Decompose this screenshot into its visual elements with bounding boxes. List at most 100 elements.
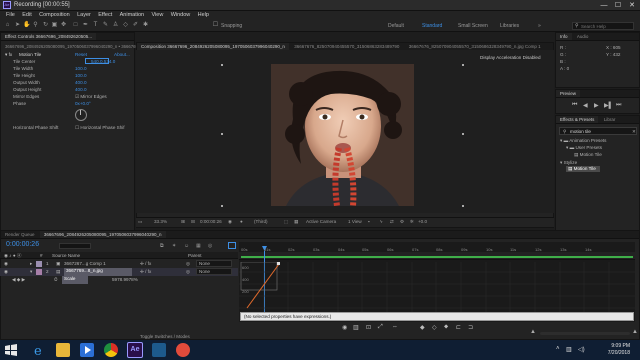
layer-2-label-color[interactable] (36, 269, 42, 275)
work-area-bar[interactable] (241, 256, 633, 258)
effect-about-link[interactable]: About... (114, 52, 130, 57)
graph-fit-icon[interactable]: ⊡ (366, 324, 371, 331)
home-icon[interactable]: ⌂ (4, 22, 11, 29)
selection-tool-icon[interactable]: ➤ (14, 22, 21, 29)
comp-flowchart-icon[interactable]: ⧉ (160, 243, 164, 249)
clone-stamp-tool-icon[interactable]: ♙ (112, 22, 119, 29)
tree-item-motion-tile-effect[interactable]: ▤ Motion Tile (566, 166, 600, 172)
snapping-checkbox-icon[interactable]: ☐ (212, 22, 219, 29)
fast-preview-icon[interactable]: ϟ (380, 219, 382, 224)
pan-behind-tool-icon[interactable]: ✥ (60, 22, 67, 29)
output-width-value[interactable]: 400.0 (75, 80, 87, 85)
toggle-switches-modes[interactable]: Toggle Switches / Modes (140, 334, 190, 339)
layer-2-visibility-icon[interactable]: ◉ (4, 269, 8, 277)
layer-2-parent-icon[interactable]: ◎ (186, 269, 190, 277)
brush-tool-icon[interactable]: ✎ (102, 22, 109, 29)
mask-toggle-icon[interactable]: ⊟ (191, 219, 195, 225)
magnification-icon[interactable]: ▭ (138, 219, 142, 225)
property-scale-name[interactable]: Scale (62, 276, 88, 284)
zoom-out-icon[interactable]: ▲ (530, 329, 536, 335)
graph-zoom-icon[interactable]: ⤢ (378, 324, 383, 331)
timeline-timecode[interactable]: 0:00:00:26 (6, 241, 39, 248)
layer-2-expand-icon[interactable]: ▾ (30, 269, 32, 277)
zoom-in-icon[interactable]: ▲ (632, 329, 638, 335)
taskbar-clock[interactable]: 9:09 PM 7/20/2018 (608, 343, 630, 357)
transparency-grid-icon[interactable]: ▦ (294, 219, 298, 225)
menu-composition[interactable]: Composition (39, 11, 70, 20)
menu-file[interactable]: File (6, 11, 15, 20)
menu-animation[interactable]: Animation (120, 11, 144, 20)
layer-2-parent-dropdown[interactable]: None (196, 268, 232, 275)
menu-edit[interactable]: Edit (22, 11, 31, 20)
recorder-taskbar-icon[interactable] (176, 343, 190, 357)
exposure-icon[interactable]: ✲ (410, 219, 414, 225)
scale-graph-curve[interactable] (246, 263, 280, 309)
menu-view[interactable]: View (151, 11, 163, 20)
channel-icon[interactable]: ● (240, 219, 243, 224)
app-taskbar-icon[interactable] (152, 343, 166, 357)
windows-start-icon[interactable] (4, 343, 18, 357)
tab-effects-presets[interactable]: Effects & Presets (556, 116, 599, 123)
workspace-default[interactable]: Default (388, 23, 404, 29)
maximize-button[interactable]: ☐ (611, 1, 625, 10)
effects-search-input[interactable]: ⚲ motion tile ✕ (559, 127, 637, 135)
tree-item-motion-tile-preset[interactable]: ▤ Motion Tile (574, 152, 602, 158)
type-tool-icon[interactable]: T (92, 22, 99, 29)
internet-explorer-icon[interactable]: e (32, 343, 46, 359)
play-icon[interactable]: ▶ (594, 102, 599, 109)
graph-snap-icon[interactable]: ⇔ (392, 324, 398, 330)
ease-in-icon[interactable]: ⊏ (456, 324, 461, 331)
tile-center-value[interactable]: 540.0,534.0 (91, 59, 115, 64)
ease-out-icon[interactable]: ⊐ (468, 324, 473, 331)
tab-libraries[interactable]: Librar (600, 116, 620, 123)
workspace-libraries[interactable]: Libraries (500, 23, 519, 29)
phase-dial-icon[interactable] (75, 109, 87, 121)
prev-frame-icon[interactable]: ◀ (583, 102, 588, 109)
rotate-tool-icon[interactable]: ↻ (42, 22, 49, 29)
first-frame-icon[interactable]: ⏮ (572, 102, 577, 109)
zoom-slider-track[interactable] (540, 332, 630, 335)
expression-field[interactable]: (No selected properties have expressions… (240, 312, 634, 321)
next-frame-icon[interactable]: ▶▌ (604, 102, 613, 109)
snapshot-icon[interactable]: ◉ (228, 219, 232, 225)
tab-info[interactable]: Info (556, 33, 572, 40)
volume-icon[interactable]: ◁) (578, 346, 585, 353)
tab-preview[interactable]: Preview (556, 90, 581, 97)
tab-effect-controls[interactable]: Effect Controls 36667696_208492620505... (1, 33, 96, 40)
tray-up-arrow-icon[interactable]: ˄ (556, 346, 560, 352)
tile-height-value[interactable]: 100.0 (75, 73, 87, 78)
output-height-value[interactable]: 400.0 (75, 87, 87, 92)
resolution-dropdown[interactable]: (Third) (254, 219, 268, 224)
keyframe-linear-icon[interactable]: ◇ (432, 324, 437, 331)
views-dropdown[interactable]: 1 View (348, 219, 362, 224)
tile-width-value[interactable]: 100.0 (75, 66, 87, 71)
workspace-overflow-icon[interactable]: » (538, 23, 541, 29)
frame-blending-icon[interactable]: ▦ (196, 243, 201, 249)
keyframe-ease-icon[interactable]: ⬥ (444, 324, 448, 331)
motion-blur-icon[interactable]: ◎ (208, 243, 212, 249)
menu-effect[interactable]: Effect (98, 11, 112, 20)
file-explorer-icon[interactable] (56, 343, 70, 357)
stopwatch-icon[interactable]: ⏱ (54, 277, 58, 285)
eraser-tool-icon[interactable]: ◇ (122, 22, 129, 29)
clear-search-icon[interactable]: ✕ (632, 129, 636, 135)
zoom-dropdown[interactable]: 33.3% (154, 219, 167, 224)
horizontal-phase-shift-checkbox[interactable]: ☐ Horizontal Phase Shif (75, 125, 125, 131)
layer-2-switches[interactable]: ✢ / fx (140, 269, 151, 277)
menu-window[interactable]: Window (171, 11, 191, 20)
camera-tool-icon[interactable]: ▣ (51, 22, 58, 29)
tree-item-animation-presets[interactable]: ▾ ▬ Animation Presets (560, 138, 606, 144)
layer-1-parent-dropdown[interactable]: None (196, 260, 232, 267)
graph-show-icon[interactable]: ◉ (342, 324, 347, 331)
tree-item-user-presets[interactable]: ▾ ▬ User Presets (566, 145, 602, 151)
timeline-jump-icon[interactable]: ⇄ (390, 219, 394, 225)
flowchart-icon[interactable]: ⚙ (400, 219, 404, 225)
menu-layer[interactable]: Layer (77, 11, 91, 20)
render-icon[interactable]: ▪ (368, 219, 370, 224)
puppet-tool-icon[interactable]: ✱ (142, 22, 149, 29)
keyframe-handle[interactable] (277, 262, 280, 265)
camera-dropdown[interactable]: Active Camera (306, 219, 336, 224)
grid-toggle-icon[interactable]: ⊞ (181, 219, 185, 225)
phase-value[interactable]: 0x+0.0° (75, 101, 91, 106)
layer-2-name[interactable]: 3667769...8_n.jpg (64, 268, 132, 276)
